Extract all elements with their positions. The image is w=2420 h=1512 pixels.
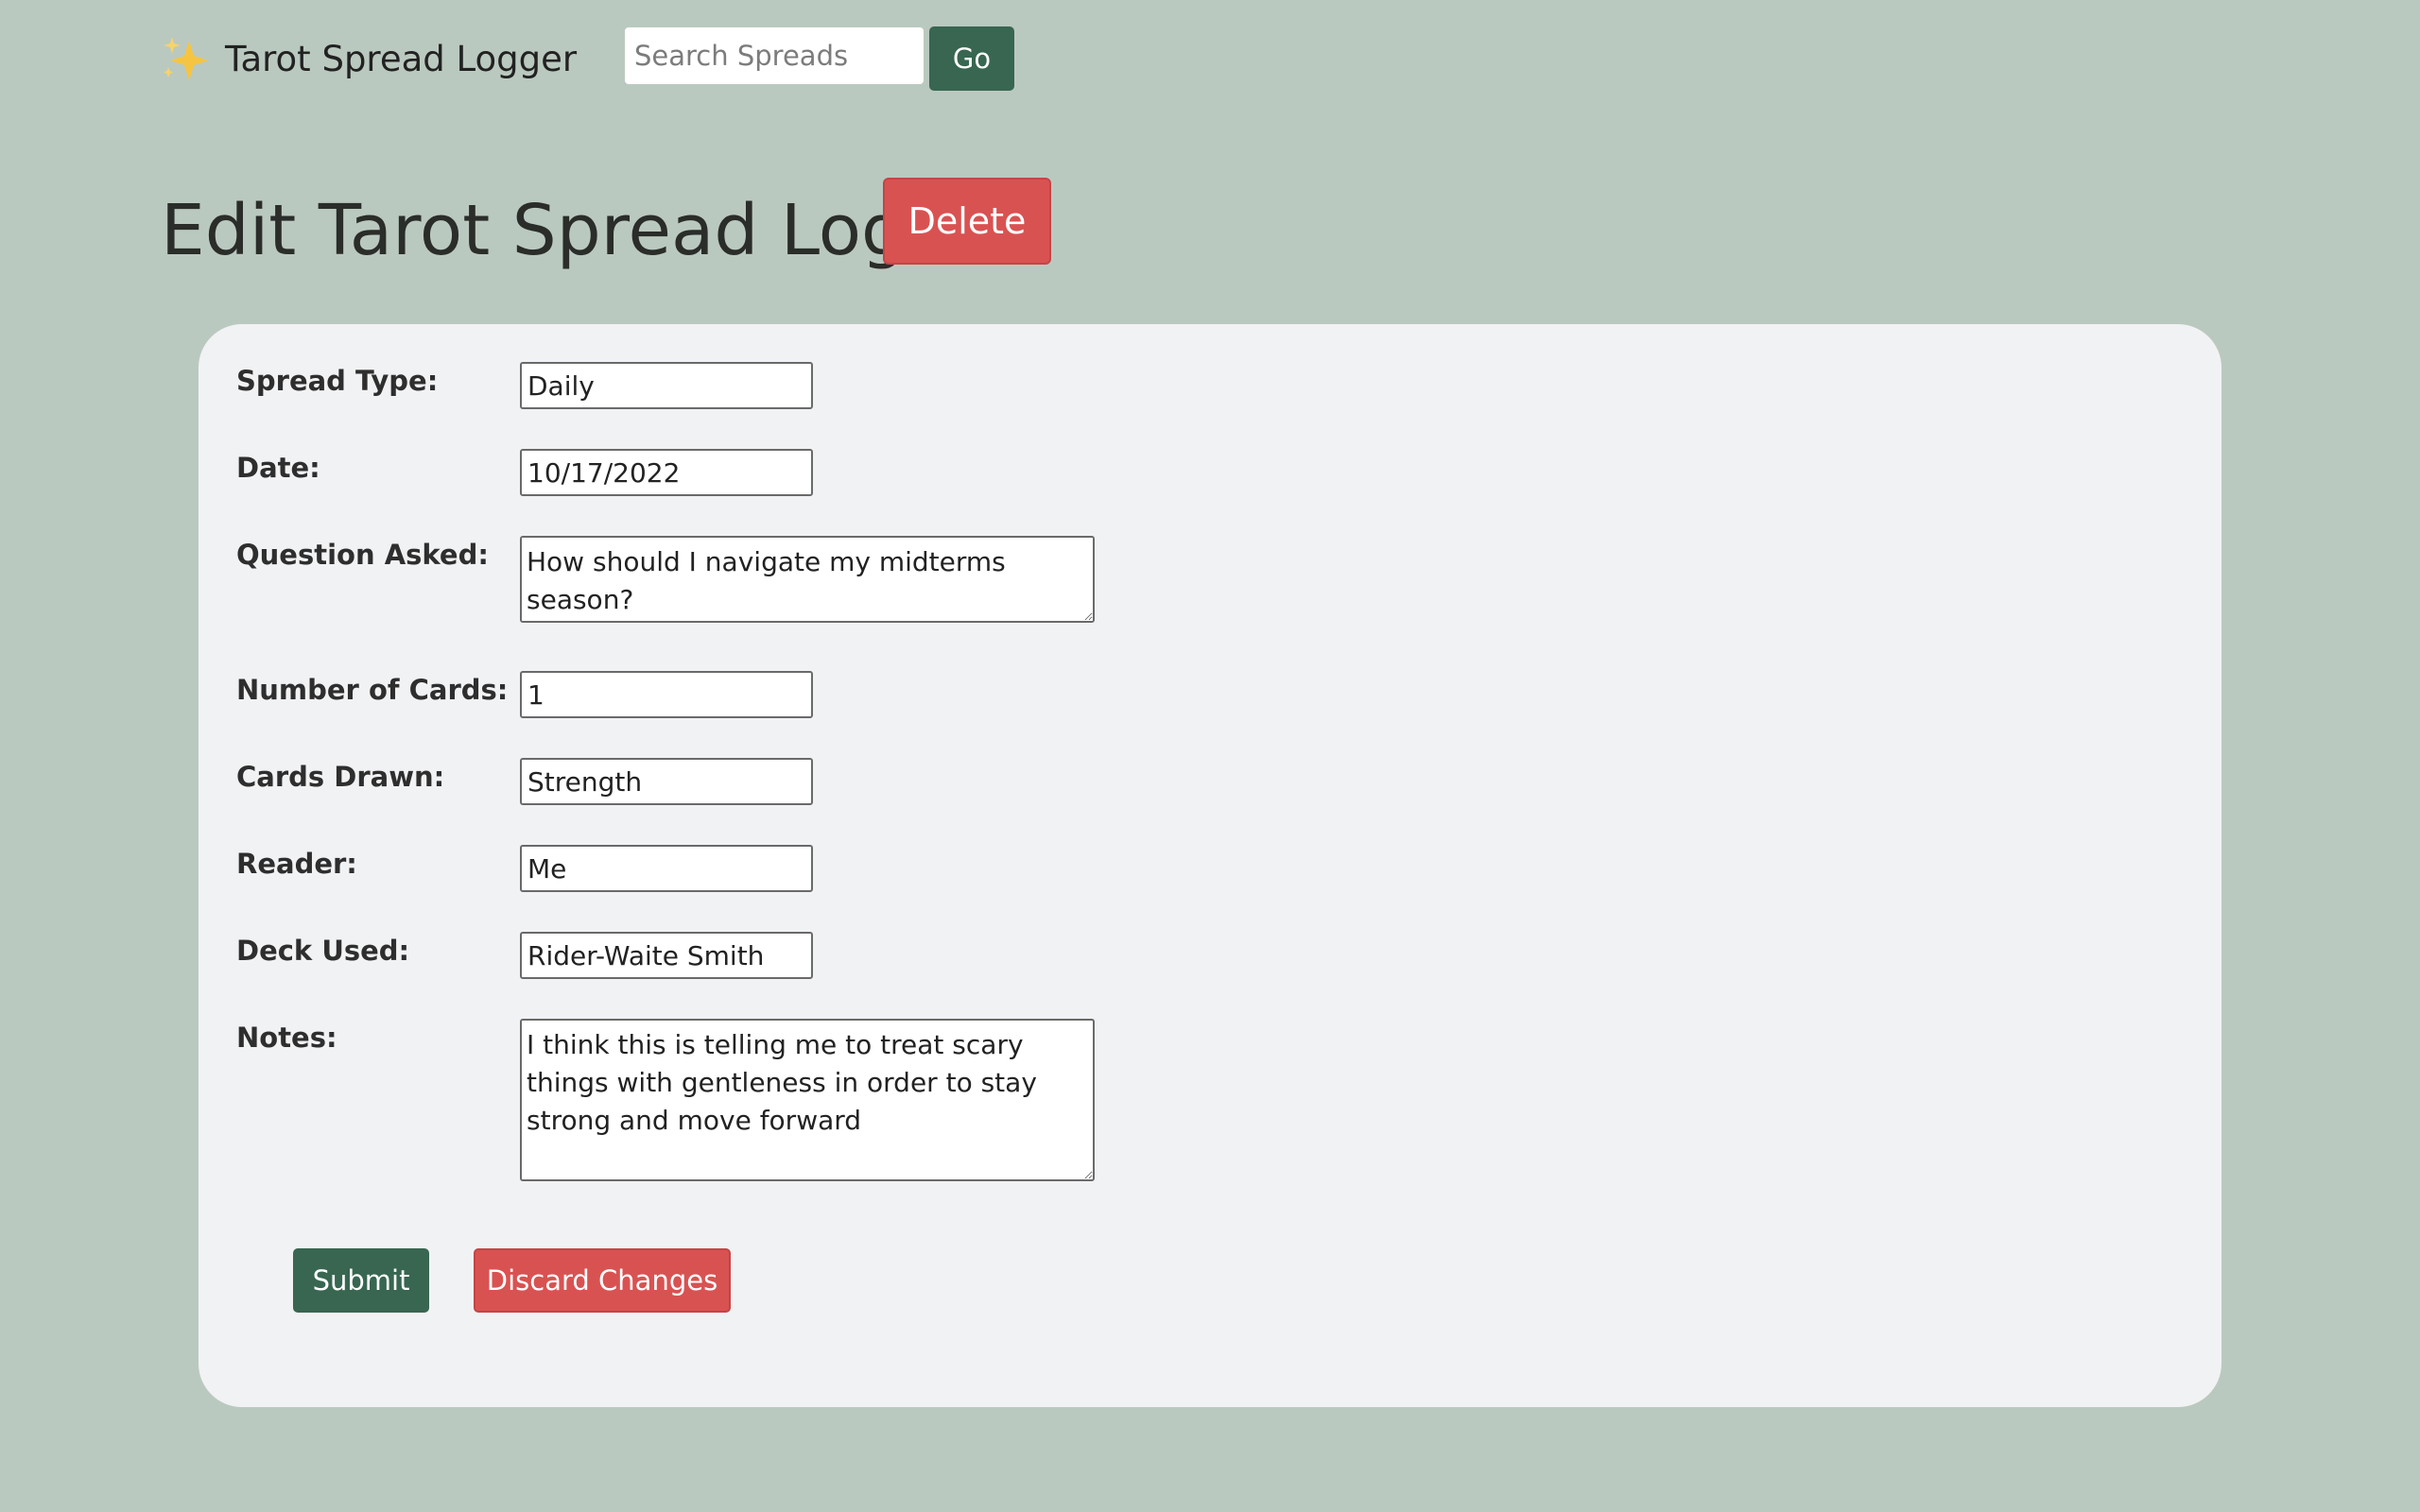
- brand-title: Tarot Spread Logger: [225, 38, 578, 79]
- sparkles-icon: [164, 37, 208, 80]
- navbar: Tarot Spread Logger Go: [161, 26, 1014, 91]
- cards-drawn-label: Cards Drawn:: [236, 761, 445, 793]
- submit-button[interactable]: Submit: [293, 1248, 429, 1313]
- go-button[interactable]: Go: [929, 26, 1014, 91]
- spread-type-label: Spread Type:: [236, 365, 439, 397]
- cards-drawn-input[interactable]: [520, 758, 813, 805]
- discard-changes-button[interactable]: Discard Changes: [474, 1248, 731, 1313]
- delete-button[interactable]: Delete: [883, 178, 1051, 265]
- page-title: Edit Tarot Spread Log: [161, 190, 907, 271]
- reader-label: Reader:: [236, 848, 357, 880]
- reader-input[interactable]: [520, 845, 813, 892]
- edit-form: Spread Type: Date: Question Asked: How s…: [199, 324, 2221, 1407]
- search-input[interactable]: [625, 27, 924, 84]
- question-label: Question Asked:: [236, 539, 489, 571]
- date-input[interactable]: [520, 449, 813, 496]
- num-cards-input[interactable]: [520, 671, 813, 718]
- notes-label: Notes:: [236, 1022, 337, 1054]
- deck-input[interactable]: [520, 932, 813, 979]
- num-cards-label: Number of Cards:: [236, 674, 509, 706]
- date-label: Date:: [236, 452, 320, 484]
- question-textarea[interactable]: How should I navigate my midterms season…: [520, 536, 1095, 623]
- spread-type-input[interactable]: [520, 362, 813, 409]
- deck-label: Deck Used:: [236, 935, 410, 967]
- notes-textarea[interactable]: I think this is telling me to treat scar…: [520, 1019, 1095, 1181]
- brand[interactable]: Tarot Spread Logger: [161, 35, 577, 82]
